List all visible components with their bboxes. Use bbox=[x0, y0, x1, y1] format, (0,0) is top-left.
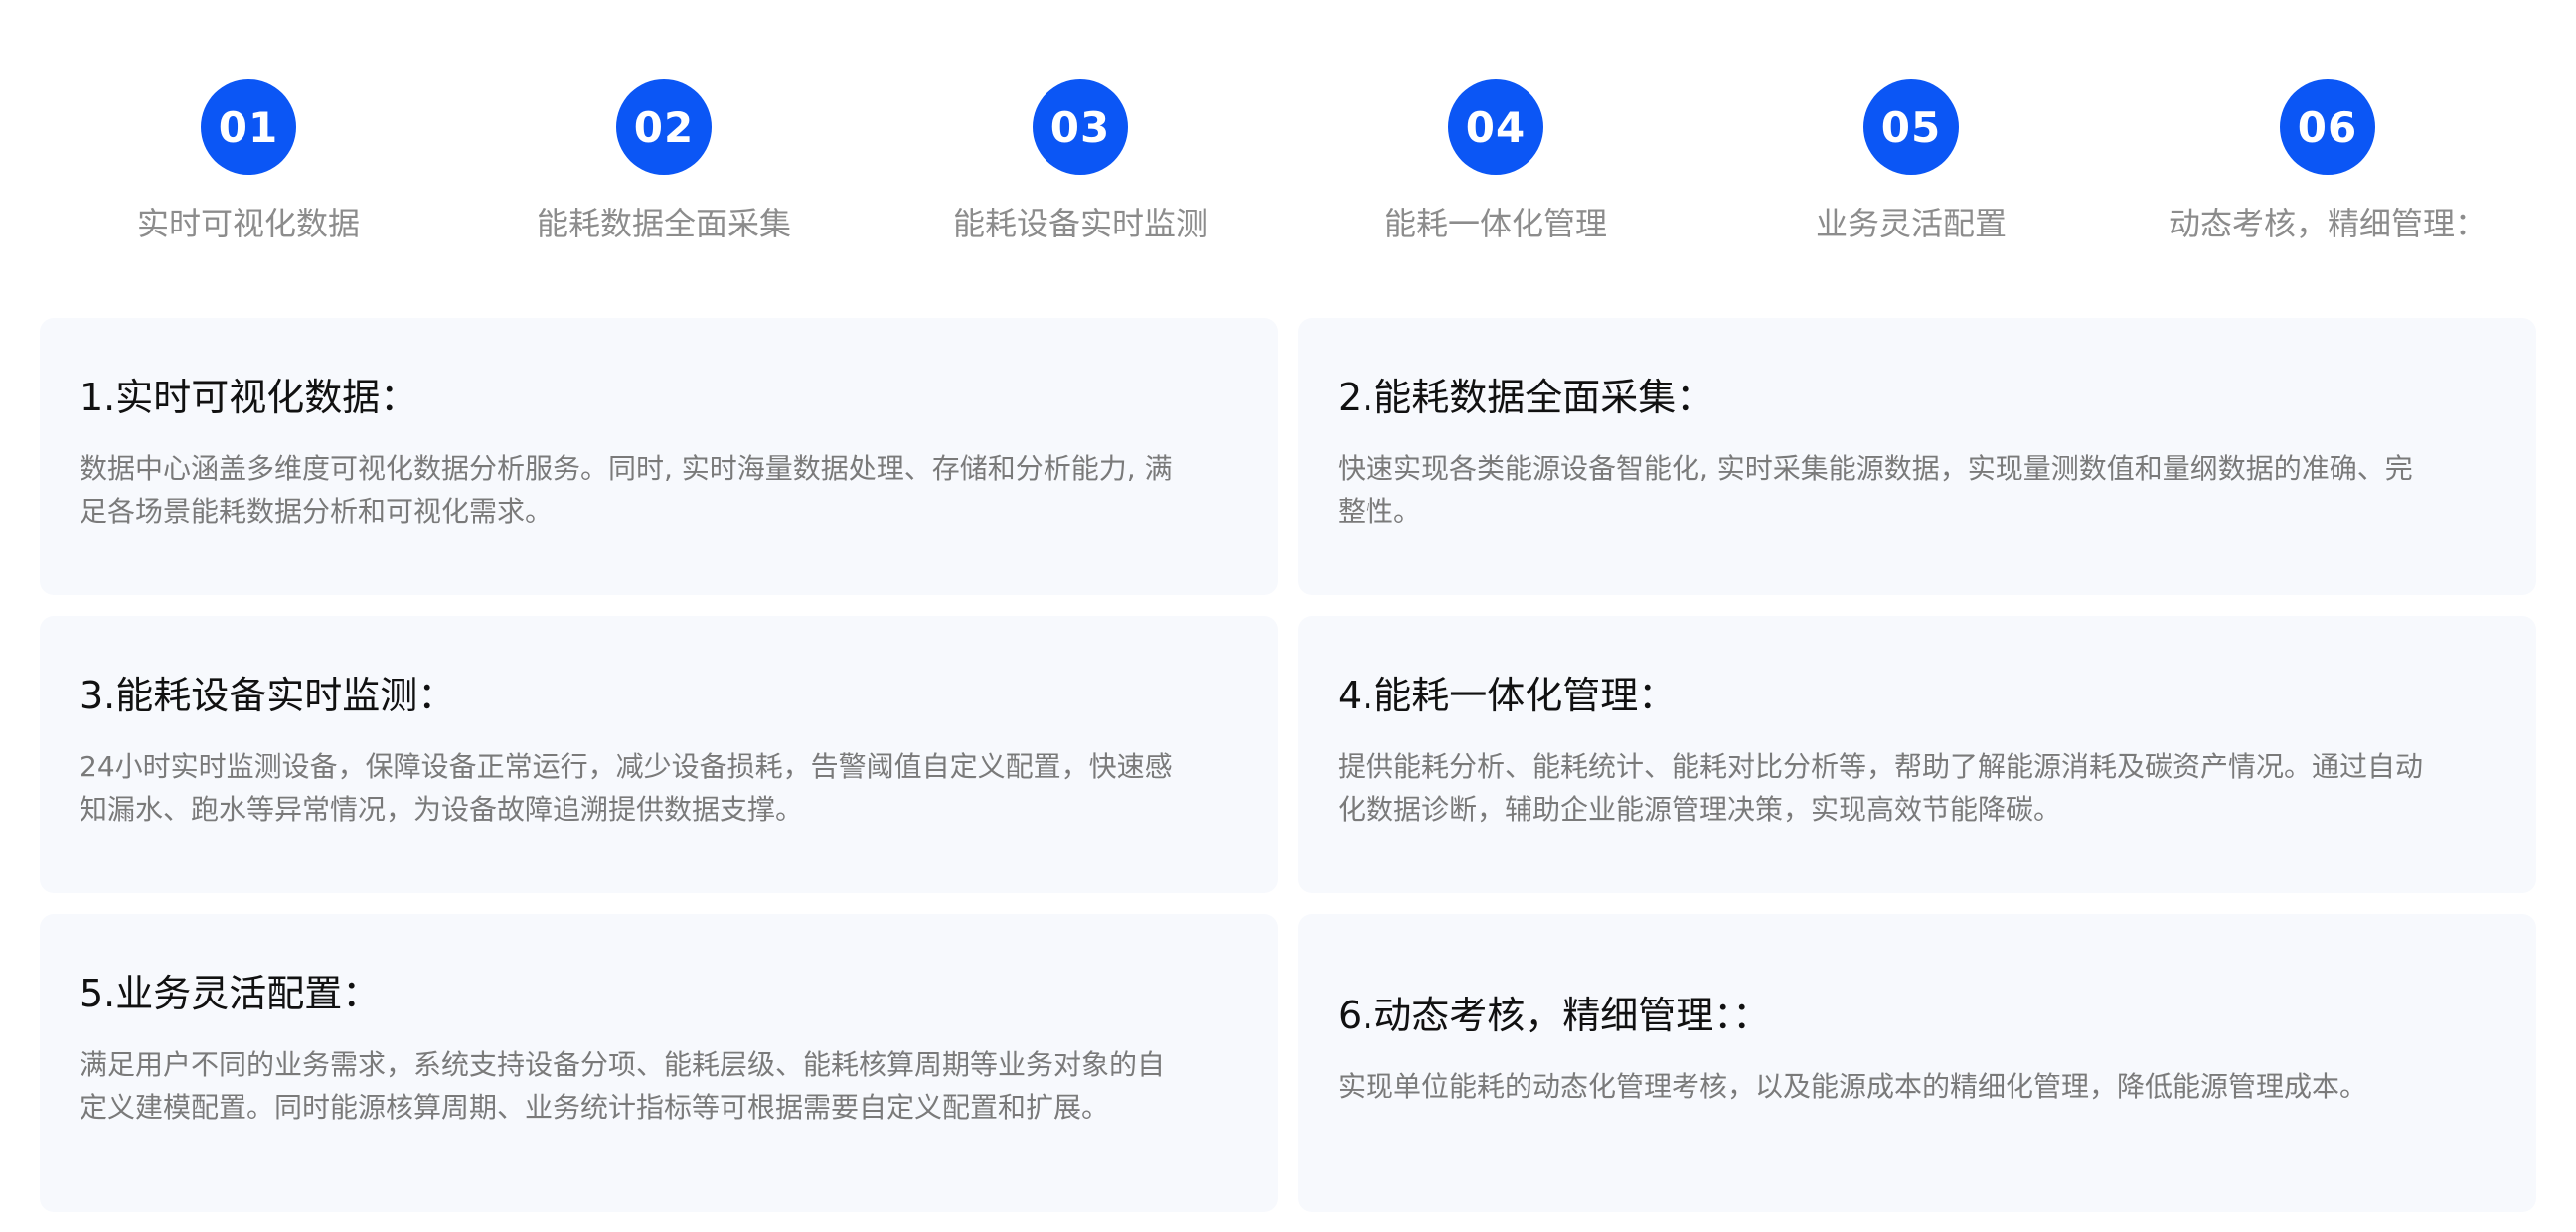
step-6: 06 动态考核，精细管理： bbox=[2119, 79, 2536, 244]
step-label: 能耗数据全面采集 bbox=[536, 205, 791, 242]
step-label: 动态考核，精细管理： bbox=[2168, 205, 2487, 242]
feature-steps: 01 实时可视化数据 02 能耗数据全面采集 03 能耗设备实时监测 04 能耗… bbox=[0, 0, 2576, 288]
card-title: 2.能耗数据全面采集： bbox=[1338, 376, 1714, 419]
step-label: 业务灵活配置 bbox=[1815, 205, 2007, 242]
step-4: 04 能耗一体化管理 bbox=[1287, 79, 1704, 244]
card-description: 提供能耗分析、能耗统计、能耗对比分析等，帮助了解能源消耗及碳资产情况。通过自动化… bbox=[1338, 749, 2424, 826]
card-description: 数据中心涵盖多维度可视化数据分析服务。同时, 实时海量数据处理、存储和分析能力,… bbox=[80, 451, 1173, 528]
step-number-badge: 03 bbox=[1033, 79, 1128, 175]
step-number-badge: 06 bbox=[2280, 79, 2375, 175]
feature-card-1: 1.实时可视化数据： 数据中心涵盖多维度可视化数据分析服务。同时, 实时海量数据… bbox=[40, 318, 1278, 595]
card-title: 6.动态考核，精细管理：： bbox=[1338, 994, 1771, 1037]
step-label: 能耗设备实时监测 bbox=[952, 205, 1208, 242]
feature-card-5: 5.业务灵活配置： 满足用户不同的业务需求，系统支持设备分项、能耗层级、能耗核算… bbox=[40, 914, 1278, 1212]
card-title: 4.能耗一体化管理： bbox=[1338, 674, 1677, 717]
step-label: 能耗一体化管理 bbox=[1383, 205, 1607, 242]
feature-card-3: 3.能耗设备实时监测： 24小时实时监测设备，保障设备正常运行，减少设备损耗，告… bbox=[40, 616, 1278, 893]
feature-card-6: 6.动态考核，精细管理：： 实现单位能耗的动态化管理考核，以及能源成本的精细化管… bbox=[1298, 914, 2536, 1212]
step-number-badge: 05 bbox=[1863, 79, 1959, 175]
step-number-badge: 02 bbox=[616, 79, 712, 175]
card-description: 24小时实时监测设备，保障设备正常运行，减少设备损耗，告警阈值自定义配置，快速感… bbox=[80, 749, 1173, 826]
step-3: 03 能耗设备实时监测 bbox=[872, 79, 1289, 244]
step-5: 05 业务灵活配置 bbox=[1702, 79, 2120, 244]
card-description: 满足用户不同的业务需求，系统支持设备分项、能耗层级、能耗核算周期等业务对象的自定… bbox=[80, 1047, 1166, 1124]
card-description: 快速实现各类能源设备智能化, 实时采集能源数据，实现量测数值和量纲数据的准确、完… bbox=[1338, 451, 2413, 528]
card-title: 1.实时可视化数据： bbox=[80, 376, 418, 419]
feature-card-4: 4.能耗一体化管理： 提供能耗分析、能耗统计、能耗对比分析等，帮助了解能源消耗及… bbox=[1298, 616, 2536, 893]
step-1: 01 实时可视化数据 bbox=[40, 79, 457, 244]
card-description: 实现单位能耗的动态化管理考核，以及能源成本的精细化管理，降低能源管理成本。 bbox=[1338, 1069, 2368, 1103]
card-title: 5.业务灵活配置： bbox=[80, 972, 381, 1015]
step-number-badge: 04 bbox=[1448, 79, 1543, 175]
step-2: 02 能耗数据全面采集 bbox=[455, 79, 873, 244]
feature-card-2: 2.能耗数据全面采集： 快速实现各类能源设备智能化, 实时采集能源数据，实现量测… bbox=[1298, 318, 2536, 595]
step-label: 实时可视化数据 bbox=[136, 205, 360, 242]
step-number-badge: 01 bbox=[201, 79, 296, 175]
card-title: 3.能耗设备实时监测： bbox=[80, 674, 456, 717]
